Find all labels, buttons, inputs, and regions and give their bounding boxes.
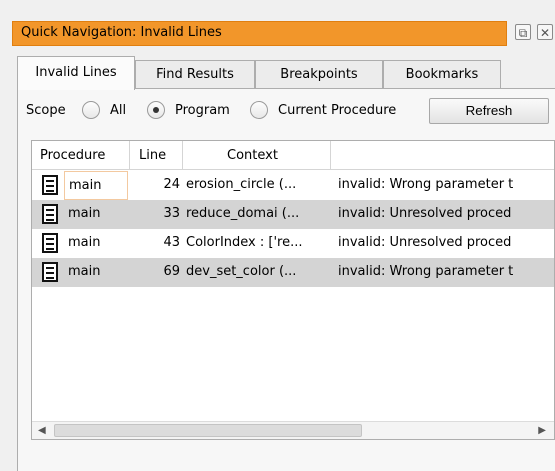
panel-title: Quick Navigation: Invalid Lines — [21, 25, 222, 40]
message-cell: invalid: Wrong parameter t — [338, 177, 514, 192]
procedure-cell[interactable]: main — [64, 258, 128, 287]
table-row[interactable]: main 43 ColorIndex : ['re... invalid: Un… — [32, 229, 554, 258]
scope-all-radio[interactable] — [82, 101, 100, 119]
close-icon[interactable]: ✕ — [537, 24, 553, 40]
procedure-document-icon — [42, 204, 58, 224]
scope-current-procedure-radio[interactable] — [250, 101, 268, 119]
scope-program-label[interactable]: Program — [175, 103, 230, 118]
table-row[interactable]: main 69 dev_set_color (... invalid: Wron… — [32, 258, 554, 287]
panel-title-bar: Quick Navigation: Invalid Lines — [12, 21, 507, 46]
scope-label: Scope — [26, 103, 66, 118]
scroll-thumb[interactable] — [54, 424, 362, 437]
column-header-line[interactable]: Line — [130, 141, 183, 170]
context-cell: ColorIndex : ['re... — [186, 235, 303, 250]
context-cell: reduce_domai (... — [186, 206, 300, 221]
tab-bar: Invalid Lines Find Results Breakpoints B… — [17, 56, 555, 90]
scroll-left-icon[interactable]: ◀ — [38, 425, 46, 436]
procedure-document-icon — [42, 233, 58, 253]
scope-row: Scope All Program Current Procedure Refr… — [26, 98, 551, 124]
tab-bookmarks[interactable]: Bookmarks — [383, 60, 501, 89]
message-cell: invalid: Unresolved proced — [338, 206, 512, 221]
context-cell: erosion_circle (... — [186, 177, 297, 192]
procedure-document-icon — [42, 175, 58, 195]
refresh-button[interactable]: Refresh — [429, 98, 549, 124]
invalid-lines-table: Procedure Line Context main 24 erosion_c… — [31, 140, 555, 440]
line-cell: 43 — [163, 235, 180, 250]
scope-all-label[interactable]: All — [110, 103, 126, 118]
table-row[interactable]: main 33 reduce_domai (... invalid: Unres… — [32, 200, 554, 229]
float-icon[interactable]: ⧉ — [515, 24, 531, 40]
tab-find-results[interactable]: Find Results — [135, 60, 255, 89]
message-cell: invalid: Wrong parameter t — [338, 264, 514, 279]
message-cell: invalid: Unresolved proced — [338, 235, 512, 250]
table-header: Procedure Line Context — [32, 141, 554, 170]
scope-program-radio[interactable] — [147, 101, 165, 119]
context-cell: dev_set_color (... — [186, 264, 297, 279]
procedure-document-icon — [42, 262, 58, 282]
procedure-cell[interactable]: main — [64, 171, 128, 200]
column-header-context[interactable]: Context — [183, 141, 331, 170]
line-cell: 24 — [163, 177, 180, 192]
scope-current-procedure-label[interactable]: Current Procedure — [278, 103, 396, 118]
table-row[interactable]: main 24 erosion_circle (... invalid: Wro… — [32, 171, 554, 200]
column-header-procedure[interactable]: Procedure — [32, 141, 130, 170]
line-cell: 33 — [163, 206, 180, 221]
scroll-right-icon[interactable]: ▶ — [538, 425, 546, 436]
horizontal-scrollbar[interactable]: ◀ ▶ — [32, 421, 554, 439]
procedure-cell[interactable]: main — [64, 200, 128, 229]
line-cell: 69 — [163, 264, 180, 279]
tab-invalid-lines[interactable]: Invalid Lines — [17, 56, 135, 90]
tab-breakpoints[interactable]: Breakpoints — [255, 60, 383, 89]
procedure-cell[interactable]: main — [64, 229, 128, 258]
